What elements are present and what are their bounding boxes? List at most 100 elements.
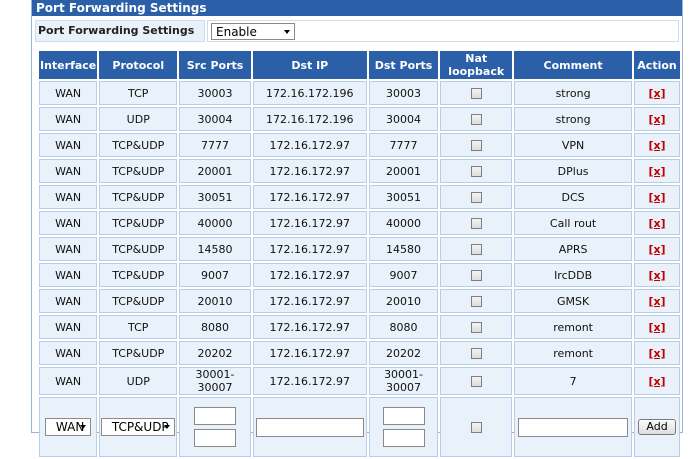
new-dst-ip-input[interactable] [255,417,364,437]
delete-rule-link[interactable]: [x] [648,191,665,204]
delete-rule-link[interactable]: [x] [648,321,665,334]
interface-cell: WAN [39,289,98,313]
new-src-port-start-input[interactable] [194,407,237,425]
new-src-port-end-input[interactable] [194,429,237,447]
comment-cell: remont [514,341,633,365]
table-row: WAN TCP&UDP 40000 172.16.172.97 40000 Call ro… [39,211,680,235]
nat-loopback-cell [440,107,513,131]
port-forwarding-panel: Port Forwarding Settings Port Forwarding… [31,0,683,457]
new-comment-input[interactable] [518,417,629,437]
comment-cell: IrcDDB [514,263,633,287]
delete-rule-link[interactable]: [x] [648,295,665,308]
action-cell: [x] [634,211,680,235]
chevron-down-icon [164,425,171,429]
nat-loopback-cell [440,159,513,183]
src-ports-cell: 20001 [179,159,251,183]
nat-loopback-checkbox[interactable] [470,114,482,125]
delete-rule-link[interactable]: [x] [648,165,665,178]
nat-loopback-checkbox[interactable] [470,140,482,151]
new-dst-port-start-input[interactable] [382,407,425,425]
nat-loopback-cell [440,237,513,261]
new-protocol-cell: TCP&UDP [99,397,178,457]
new-nat-loopback-cell [440,397,513,457]
comment-cell: DCS [514,185,633,209]
dst-ports-cell: 30004 [368,107,439,131]
src-ports-cell: 7777 [179,133,251,157]
col-interface: Interface [39,51,98,79]
table-row: WAN TCP&UDP 30051 172.16.172.97 30051 DCS [x] [39,185,680,209]
nat-loopback-checkbox[interactable] [470,270,482,281]
comment-cell: Call rout [514,211,633,235]
dst-ip-cell: 172.16.172.97 [252,159,367,183]
nat-loopback-checkbox[interactable] [470,322,482,333]
nat-loopback-cell [440,263,513,287]
delete-rule-link[interactable]: [x] [648,347,665,360]
nat-loopback-cell [440,289,513,313]
table-row: WAN TCP&UDP 9007 172.16.172.97 9007 IrcDDB [x] [39,263,680,287]
nat-loopback-checkbox[interactable] [470,166,482,177]
nat-loopback-checkbox[interactable] [470,192,482,203]
new-comment-cell [514,397,633,457]
dst-ip-cell: 172.16.172.97 [252,263,367,287]
enable-select-value: Enable [216,25,257,39]
dst-ports-cell: 20202 [368,341,439,365]
delete-rule-link[interactable]: [x] [648,139,665,152]
src-ports-cell: 40000 [179,211,251,235]
protocol-cell: UDP [99,107,178,131]
new-nat-loopback-checkbox[interactable] [470,422,482,433]
dst-ip-cell: 172.16.172.97 [252,367,367,395]
new-rule-row: WAN TCP&UDP Add [39,397,680,457]
src-ports-cell: 8080 [179,315,251,339]
dst-ports-cell: 9007 [368,263,439,287]
new-dst-ip-cell [252,397,367,457]
new-protocol-value: TCP&UDP [111,420,169,434]
delete-rule-link[interactable]: [x] [648,375,665,388]
interface-cell: WAN [39,315,98,339]
dst-ip-cell: 172.16.172.196 [252,81,367,105]
comment-cell: remont [514,315,633,339]
dst-ip-cell: 172.16.172.196 [252,107,367,131]
new-dst-ports-cell [368,397,439,457]
col-protocol: Protocol [99,51,178,79]
delete-rule-link[interactable]: [x] [648,113,665,126]
port-forwarding-table: Interface Protocol Src Ports Dst IP Dst … [37,49,682,459]
nat-loopback-checkbox[interactable] [470,348,482,359]
dst-ports-cell: 30051 [368,185,439,209]
action-cell: [x] [634,159,680,183]
nat-loopback-checkbox[interactable] [470,218,482,229]
enable-select[interactable]: Enable [211,23,295,40]
new-action-cell: Add [634,397,680,457]
delete-rule-link[interactable]: [x] [648,217,665,230]
protocol-cell: TCP [99,81,178,105]
delete-rule-link[interactable]: [x] [648,243,665,256]
table-row: WAN UDP 30001-30007 172.16.172.97 30001-3000… [39,367,680,395]
delete-rule-link[interactable]: [x] [648,269,665,282]
delete-rule-link[interactable]: [x] [648,87,665,100]
nat-loopback-checkbox[interactable] [470,88,482,99]
new-dst-port-end-input[interactable] [382,429,425,447]
comment-cell: VPN [514,133,633,157]
comment-cell: 7 [514,367,633,395]
action-cell: [x] [634,237,680,261]
comment-cell: APRS [514,237,633,261]
action-cell: [x] [634,107,680,131]
interface-cell: WAN [39,341,98,365]
table-row: WAN TCP&UDP 20010 172.16.172.97 20010 GMSK [x] [39,289,680,313]
add-button[interactable]: Add [638,419,676,435]
interface-cell: WAN [39,133,98,157]
new-protocol-select[interactable]: TCP&UDP [101,418,176,436]
action-cell: [x] [634,367,680,395]
nat-loopback-cell [440,185,513,209]
new-interface-select[interactable]: WAN [45,418,92,436]
nat-loopback-checkbox[interactable] [470,296,482,307]
setting-value-cell: Enable [207,20,679,42]
comment-cell: GMSK [514,289,633,313]
dst-ip-cell: 172.16.172.97 [252,237,367,261]
nat-loopback-checkbox[interactable] [470,244,482,255]
src-ports-cell: 9007 [179,263,251,287]
interface-cell: WAN [39,81,98,105]
nat-loopback-checkbox[interactable] [470,376,482,387]
action-cell: [x] [634,341,680,365]
dst-ports-cell: 30003 [368,81,439,105]
nat-loopback-cell [440,81,513,105]
